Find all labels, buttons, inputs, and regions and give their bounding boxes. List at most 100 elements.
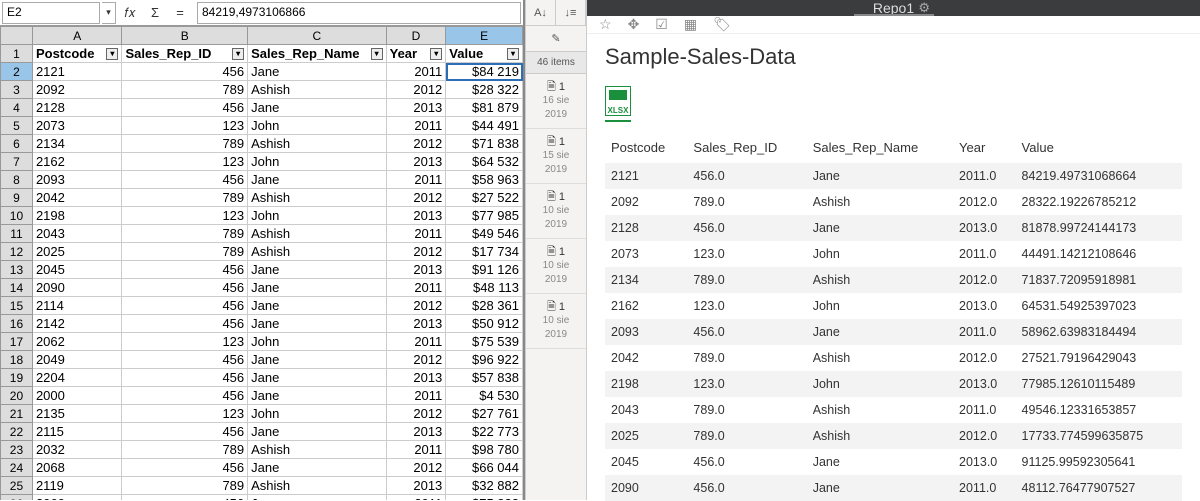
cell[interactable]: 2073 [32,117,121,135]
cell[interactable]: Ashish [248,243,386,261]
repo-col-header[interactable]: Postcode [605,132,687,163]
cell[interactable]: 789 [122,81,248,99]
timeline-entry[interactable]: 🗎 110 sie2019 [526,239,586,294]
row-header-20[interactable]: 20 [1,387,33,405]
row-header-8[interactable]: 8 [1,171,33,189]
cell[interactable]: $50 912 [446,315,523,333]
table-row[interactable]: 2045456.0Jane2013.091125.99592305641 [605,449,1182,475]
cell[interactable]: 123 [122,405,248,423]
cell[interactable]: $96 922 [446,351,523,369]
cell[interactable]: Ashish [248,189,386,207]
cell[interactable]: 2012 [386,297,446,315]
row-header-3[interactable]: 3 [1,81,33,99]
cell[interactable]: 2011 [386,495,446,501]
cell[interactable]: 2000 [32,387,121,405]
cell[interactable]: $44 491 [446,117,523,135]
corner-cell[interactable] [1,27,33,45]
row-header-17[interactable]: 17 [1,333,33,351]
repo-col-header[interactable]: Value [1016,132,1182,163]
cell[interactable]: 456 [122,297,248,315]
cell[interactable]: 2012 [386,243,446,261]
cell[interactable]: 2093 [32,171,121,189]
cell[interactable]: $57 838 [446,369,523,387]
cell[interactable]: 2011 [386,279,446,297]
header-cell[interactable]: Year▾ [386,45,446,63]
cell[interactable]: 2135 [32,405,121,423]
timeline-entry[interactable]: 🗎 116 sie2019 [526,74,586,129]
cell[interactable]: Ashish [248,477,386,495]
header-cell[interactable]: Postcode▾ [32,45,121,63]
table-row[interactable]: 2121456.0Jane2011.084219.49731068664 [605,163,1182,189]
cell[interactable]: $75 539 [446,333,523,351]
cell[interactable]: Jane [248,63,386,81]
calendar-icon[interactable]: ▦ [684,16,697,33]
cell[interactable]: 789 [122,243,248,261]
cell[interactable]: 2013 [386,261,446,279]
cell[interactable]: Ashish [248,135,386,153]
cell[interactable]: $32 882 [446,477,523,495]
col-header-A[interactable]: A [32,27,121,45]
cell[interactable]: Jane [248,315,386,333]
cell[interactable]: John [248,117,386,135]
cell[interactable]: John [248,405,386,423]
cell[interactable]: Jane [248,387,386,405]
cell[interactable]: 456 [122,63,248,81]
cell[interactable]: $22 773 [446,423,523,441]
cell[interactable]: $28 322 [446,81,523,99]
row-header-18[interactable]: 18 [1,351,33,369]
table-row[interactable]: 2128456.0Jane2013.081878.99724144173 [605,215,1182,241]
table-row[interactable]: 2162123.0John2013.064531.54925397023 [605,293,1182,319]
row-header-4[interactable]: 4 [1,99,33,117]
cell[interactable]: $17 734 [446,243,523,261]
cell[interactable]: $77 985 [446,207,523,225]
row-header-25[interactable]: 25 [1,477,33,495]
cell[interactable]: Jane [248,495,386,501]
cell[interactable]: 2068 [32,459,121,477]
cell[interactable]: $91 126 [446,261,523,279]
cell[interactable]: 456 [122,369,248,387]
row-header-9[interactable]: 9 [1,189,33,207]
table-row[interactable]: 2093456.0Jane2011.058962.63983184494 [605,319,1182,345]
cell[interactable]: 456 [122,423,248,441]
cell[interactable]: 2011 [386,441,446,459]
cell[interactable]: 456 [122,495,248,501]
cell[interactable]: $58 963 [446,171,523,189]
repo-col-header[interactable]: Year [953,132,1016,163]
cell[interactable]: Jane [248,351,386,369]
cell[interactable]: $81 879 [446,99,523,117]
table-row[interactable]: 2134789.0Ashish2012.071837.72095918981 [605,267,1182,293]
cell[interactable]: 2013 [386,153,446,171]
table-row[interactable]: 2042789.0Ashish2012.027521.79196429043 [605,345,1182,371]
row-header-2[interactable]: 2 [1,63,33,81]
cell[interactable]: 789 [122,441,248,459]
cell[interactable]: Jane [248,297,386,315]
cell[interactable]: $66 044 [446,459,523,477]
cell[interactable]: Ashish [248,225,386,243]
row-header-26[interactable]: 26 [1,495,33,501]
cell[interactable]: 456 [122,261,248,279]
filter-toggle-icon[interactable]: ▾ [371,48,383,60]
row-header-14[interactable]: 14 [1,279,33,297]
cell[interactable]: 789 [122,225,248,243]
cell[interactable]: 2090 [32,279,121,297]
function-wizard-icon[interactable]: 𝑓𝑥 [119,2,141,24]
table-row[interactable]: 2092789.0Ashish2012.028322.19226785212 [605,189,1182,215]
cell[interactable]: 456 [122,387,248,405]
cell[interactable]: 2119 [32,477,121,495]
cell[interactable]: $49 546 [446,225,523,243]
cell[interactable]: $27 522 [446,189,523,207]
header-cell[interactable]: Sales_Rep_Name▾ [248,45,386,63]
row-header-13[interactable]: 13 [1,261,33,279]
cell[interactable]: 789 [122,189,248,207]
cell[interactable]: Jane [248,261,386,279]
col-header-C[interactable]: C [248,27,386,45]
cell[interactable]: 2204 [32,369,121,387]
cell[interactable]: 2012 [386,459,446,477]
cell[interactable]: $48 113 [446,279,523,297]
cell[interactable]: 2049 [32,351,121,369]
cell[interactable]: 2121 [32,63,121,81]
cell[interactable]: John [248,153,386,171]
tag-icon[interactable]: 🏷 [713,16,731,33]
cell[interactable]: $27 761 [446,405,523,423]
filter-toggle-icon[interactable]: ▾ [232,48,244,60]
